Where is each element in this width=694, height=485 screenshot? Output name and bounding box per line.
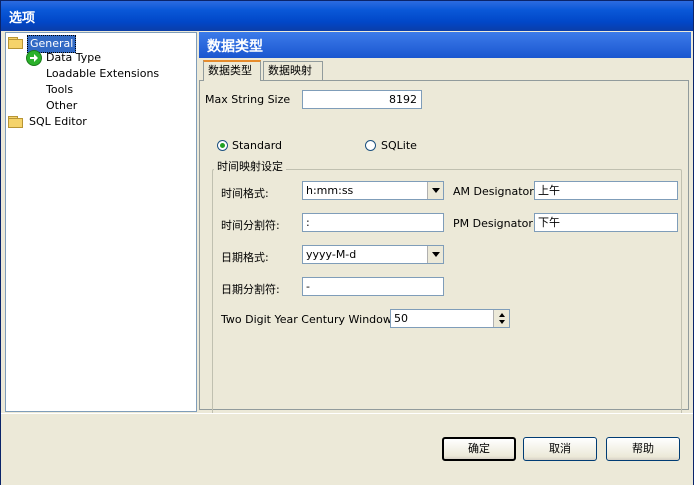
century-window-label: Two Digit Year Century Window <box>221 313 392 326</box>
folder-icon <box>8 116 24 128</box>
button-bar: 确定 取消 帮助 <box>1 413 693 485</box>
time-separator-label: 时间分割符: <box>221 219 280 232</box>
time-mapping-group-title: 时间映射设定 <box>214 158 286 174</box>
tree-item-label: Tools <box>46 83 74 96</box>
time-format-value: h:mm:ss <box>306 184 354 197</box>
tab-data-mapping[interactable]: 数据映射 <box>263 61 323 81</box>
pm-designator-label: PM Designator: <box>453 217 537 230</box>
spinner-arrows-icon[interactable] <box>493 310 509 327</box>
date-format-label: 日期格式: <box>221 251 269 264</box>
window-title: 选项 <box>9 11 36 26</box>
settings-area: 数据类型 数据类型 数据映射 Max String Size 8192 时间映射… <box>199 32 691 457</box>
max-string-size-label: Max String Size <box>205 93 291 106</box>
radio-sqlite[interactable] <box>365 140 376 151</box>
ok-button[interactable]: 确定 <box>442 437 516 461</box>
century-window-value: 50 <box>394 312 408 325</box>
time-separator-input[interactable]: : <box>302 213 444 232</box>
tree-item-label: Data Type <box>46 51 102 64</box>
tree-item-loadable-extensions[interactable]: Loadable Extensions <box>46 66 159 82</box>
chevron-down-icon[interactable] <box>427 182 443 199</box>
century-window-spinner[interactable]: 50 <box>390 309 510 328</box>
arrow-right-icon <box>26 50 42 66</box>
tree-item-other[interactable]: Other <box>46 98 77 114</box>
am-designator-input[interactable]: 上午 <box>534 181 678 200</box>
radio-standard[interactable] <box>217 140 228 151</box>
chevron-down-icon[interactable] <box>427 246 443 263</box>
tab-panel: Max String Size 8192 时间映射设定 Standard SQL… <box>199 80 689 457</box>
radio-standard-label: Standard <box>232 139 283 152</box>
date-separator-label: 日期分割符: <box>221 283 280 296</box>
pm-designator-input[interactable]: 下午 <box>534 213 678 232</box>
tab-data-type[interactable]: 数据类型 <box>203 60 261 81</box>
folder-open-icon <box>8 37 24 49</box>
title-bar[interactable]: 选项 <box>1 1 693 31</box>
section-header: 数据类型 <box>199 32 691 58</box>
tree-item-label: SQL Editor <box>29 115 87 128</box>
options-tree[interactable]: General Data Type Loadable Extensions To… <box>5 32 197 412</box>
tree-item-tools[interactable]: Tools <box>46 82 73 98</box>
tree-item-label: Loadable Extensions <box>46 67 160 80</box>
time-format-label: 时间格式: <box>221 187 269 200</box>
radio-sqlite-label: SQLite <box>381 139 417 152</box>
date-format-select[interactable]: yyyy-M-d <box>302 245 444 264</box>
help-button[interactable]: 帮助 <box>606 437 680 461</box>
options-dialog: 选项 General Data Type Loadable Extensions… <box>0 0 694 485</box>
time-format-select[interactable]: h:mm:ss <box>302 181 444 200</box>
date-format-value: yyyy-M-d <box>306 248 357 261</box>
tree-item-label: Other <box>46 99 78 112</box>
date-separator-input[interactable]: - <box>302 277 444 296</box>
max-string-size-input[interactable]: 8192 <box>302 90 422 109</box>
cancel-button[interactable]: 取消 <box>523 437 597 461</box>
section-title: 数据类型 <box>207 39 263 55</box>
am-designator-label: AM Designator: <box>453 185 538 198</box>
